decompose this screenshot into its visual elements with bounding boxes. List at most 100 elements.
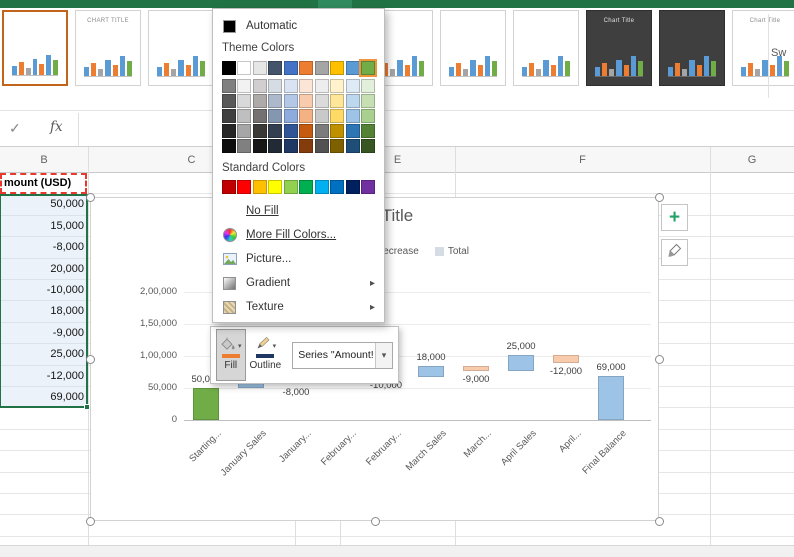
theme-color-tint-swatch[interactable]	[284, 94, 298, 108]
theme-color-tint-swatch[interactable]	[268, 124, 282, 138]
standard-color-swatch[interactable]	[284, 180, 298, 194]
standard-color-swatch[interactable]	[315, 180, 329, 194]
chart-style-thumbnail[interactable]	[440, 10, 506, 86]
formula-bar[interactable]: ✓ fx	[0, 110, 794, 147]
chart-elements-button[interactable]: +	[661, 204, 688, 231]
standard-color-swatch[interactable]	[237, 180, 251, 194]
theme-color-tint-swatch[interactable]	[253, 79, 267, 93]
sheet-cell[interactable]: 20,000	[0, 259, 84, 280]
theme-color-tint-swatch[interactable]	[361, 79, 375, 93]
data-label[interactable]: 69,000	[579, 362, 643, 373]
data-label[interactable]: 18,000	[399, 352, 463, 363]
theme-color-swatch[interactable]	[222, 61, 236, 75]
fill-button[interactable]: ▾ Fill	[216, 329, 246, 381]
chart-styles-button[interactable]	[661, 239, 688, 266]
menu-item-no-fill[interactable]: No Fill	[213, 199, 384, 223]
theme-color-tint-swatch[interactable]	[284, 139, 298, 153]
theme-color-swatch[interactable]	[361, 61, 375, 75]
menu-item-gradient[interactable]: Gradient ▸	[213, 271, 384, 295]
theme-color-tint-swatch[interactable]	[299, 109, 313, 123]
insert-function-icon[interactable]: fx	[50, 119, 63, 135]
chart-style-thumbnail[interactable]: Chart Title	[586, 10, 652, 86]
theme-color-tint-swatch[interactable]	[361, 139, 375, 153]
horizontal-scrollbar[interactable]	[0, 545, 794, 557]
chart-selection-handle[interactable]	[86, 517, 95, 526]
theme-color-tint-swatch[interactable]	[222, 79, 236, 93]
standard-color-swatch[interactable]	[222, 180, 236, 194]
chart-bar[interactable]	[598, 376, 624, 420]
theme-color-tint-swatch[interactable]	[237, 109, 251, 123]
theme-color-tint-swatch[interactable]	[268, 109, 282, 123]
chart-style-thumbnail[interactable]	[148, 10, 214, 86]
theme-color-tint-swatch[interactable]	[330, 109, 344, 123]
chart-style-thumbnail[interactable]	[513, 10, 579, 86]
standard-color-swatch[interactable]	[268, 180, 282, 194]
theme-color-tint-swatch[interactable]	[284, 79, 298, 93]
chart-bar[interactable]	[508, 355, 534, 371]
data-label[interactable]: -8,000	[264, 387, 328, 398]
chart-style-thumbnail[interactable]	[659, 10, 725, 86]
theme-color-swatch[interactable]	[253, 61, 267, 75]
copied-cell[interactable]: mount (USD)	[0, 173, 87, 194]
theme-color-swatch[interactable]	[284, 61, 298, 75]
theme-color-tint-swatch[interactable]	[222, 124, 236, 138]
theme-color-tint-swatch[interactable]	[330, 139, 344, 153]
menu-item-texture[interactable]: Texture ▸	[213, 295, 384, 319]
theme-color-swatch[interactable]	[268, 61, 282, 75]
theme-color-tint-swatch[interactable]	[253, 124, 267, 138]
theme-color-tint-swatch[interactable]	[284, 124, 298, 138]
chart-bar[interactable]	[463, 366, 489, 372]
data-label[interactable]: -9,000	[444, 374, 508, 385]
column-header-G[interactable]: G	[732, 147, 772, 173]
column-header-F[interactable]: F	[563, 147, 603, 173]
theme-color-tint-swatch[interactable]	[346, 124, 360, 138]
theme-color-tint-swatch[interactable]	[237, 124, 251, 138]
menu-item-picture[interactable]: Picture...	[213, 247, 384, 271]
data-label[interactable]: 25,000	[489, 341, 553, 352]
theme-color-swatch[interactable]	[237, 61, 251, 75]
theme-color-tint-swatch[interactable]	[346, 139, 360, 153]
sheet-cell[interactable]: 69,000	[0, 387, 84, 408]
chart-selection-handle[interactable]	[371, 517, 380, 526]
theme-color-tint-swatch[interactable]	[253, 94, 267, 108]
standard-color-swatch[interactable]	[299, 180, 313, 194]
theme-color-tint-swatch[interactable]	[299, 94, 313, 108]
standard-color-swatch[interactable]	[361, 180, 375, 194]
outline-button[interactable]: ▾ Outline	[246, 329, 286, 381]
chart-bar[interactable]	[193, 388, 219, 420]
theme-color-swatch[interactable]	[346, 61, 360, 75]
chart-selection-handle[interactable]	[86, 193, 95, 202]
chart-selection-handle[interactable]	[655, 355, 664, 364]
theme-color-tint-swatch[interactable]	[237, 139, 251, 153]
theme-color-tint-swatch[interactable]	[361, 109, 375, 123]
sheet-cell[interactable]: -9,000	[0, 323, 84, 344]
theme-color-tint-swatch[interactable]	[268, 94, 282, 108]
sheet-cell[interactable]: 18,000	[0, 301, 84, 322]
sheet-cell[interactable]: -10,000	[0, 280, 84, 301]
theme-color-tint-swatch[interactable]	[315, 124, 329, 138]
theme-color-tint-swatch[interactable]	[346, 94, 360, 108]
theme-color-tint-swatch[interactable]	[315, 79, 329, 93]
chart-style-thumbnail[interactable]: CHART TITLE	[75, 10, 141, 86]
chart-bar[interactable]	[418, 366, 444, 378]
theme-color-tint-swatch[interactable]	[237, 94, 251, 108]
theme-color-tint-swatch[interactable]	[315, 94, 329, 108]
sheet-cell[interactable]: -12,000	[0, 366, 84, 387]
standard-color-swatch[interactable]	[346, 180, 360, 194]
theme-color-swatch[interactable]	[315, 61, 329, 75]
standard-color-swatch[interactable]	[253, 180, 267, 194]
legend-item[interactable]: Total	[435, 246, 469, 257]
menu-item-automatic[interactable]: Automatic	[213, 14, 384, 38]
chart-style-thumbnail[interactable]	[2, 10, 68, 86]
theme-color-tint-swatch[interactable]	[361, 124, 375, 138]
chart-selection-handle[interactable]	[655, 517, 664, 526]
theme-color-tint-swatch[interactable]	[315, 109, 329, 123]
standard-color-swatch[interactable]	[330, 180, 344, 194]
theme-color-tint-swatch[interactable]	[299, 139, 313, 153]
theme-color-tint-swatch[interactable]	[299, 79, 313, 93]
theme-color-tint-swatch[interactable]	[222, 94, 236, 108]
theme-color-tint-swatch[interactable]	[222, 109, 236, 123]
theme-color-tint-swatch[interactable]	[253, 139, 267, 153]
column-header-C[interactable]: C	[172, 147, 212, 173]
theme-color-tint-swatch[interactable]	[299, 124, 313, 138]
